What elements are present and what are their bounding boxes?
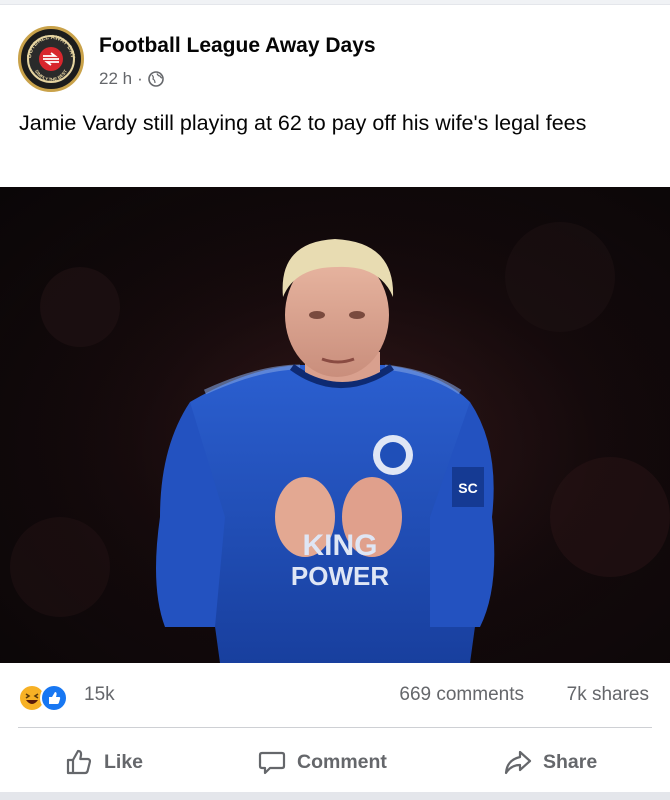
post-meta: 22 h · bbox=[99, 68, 164, 90]
post-actions: Like Comment Share bbox=[0, 735, 670, 789]
share-label: Share bbox=[543, 750, 598, 773]
page-avatar[interactable]: FOOTBALL AWAY DAYS SIMPLY THE BEST bbox=[18, 26, 84, 92]
shares-count[interactable]: 7k shares bbox=[567, 684, 649, 706]
globe-icon bbox=[147, 71, 164, 87]
like-icon bbox=[40, 684, 68, 712]
page-name[interactable]: Football League Away Days bbox=[99, 34, 376, 58]
post-header: FOOTBALL AWAY DAYS SIMPLY THE BEST Footb… bbox=[18, 24, 658, 96]
post-photo[interactable]: SC KING POWER bbox=[0, 187, 670, 663]
reaction-icons bbox=[18, 684, 74, 712]
bottom-separator bbox=[0, 792, 670, 800]
actions-divider bbox=[18, 727, 652, 728]
shirt-sponsor-line1: KING bbox=[303, 529, 378, 562]
comments-count[interactable]: 669 comments bbox=[399, 684, 524, 706]
comment-button[interactable]: Comment bbox=[257, 735, 387, 789]
top-separator bbox=[0, 0, 670, 5]
player-illustration: SC KING POWER bbox=[0, 187, 670, 663]
reaction-count[interactable]: 15k bbox=[84, 684, 115, 706]
like-label: Like bbox=[104, 750, 144, 773]
shirt-sponsor-line2: POWER bbox=[291, 561, 389, 591]
like-button[interactable]: Like bbox=[64, 735, 143, 789]
avatar-rail-logo bbox=[39, 47, 63, 71]
sleeve-text: SC bbox=[458, 480, 477, 496]
post-text: Jamie Vardy still playing at 62 to pay o… bbox=[19, 111, 587, 135]
meta-separator: · bbox=[137, 69, 143, 88]
share-icon bbox=[504, 750, 532, 775]
reactions-summary[interactable]: 15k 669 comments 7k shares bbox=[0, 672, 670, 720]
comment-label: Comment bbox=[297, 750, 387, 773]
share-button[interactable]: Share bbox=[503, 735, 597, 789]
thumbs-up-icon bbox=[66, 749, 92, 775]
post-time[interactable]: 22 h bbox=[99, 69, 132, 89]
comment-icon bbox=[258, 751, 286, 775]
